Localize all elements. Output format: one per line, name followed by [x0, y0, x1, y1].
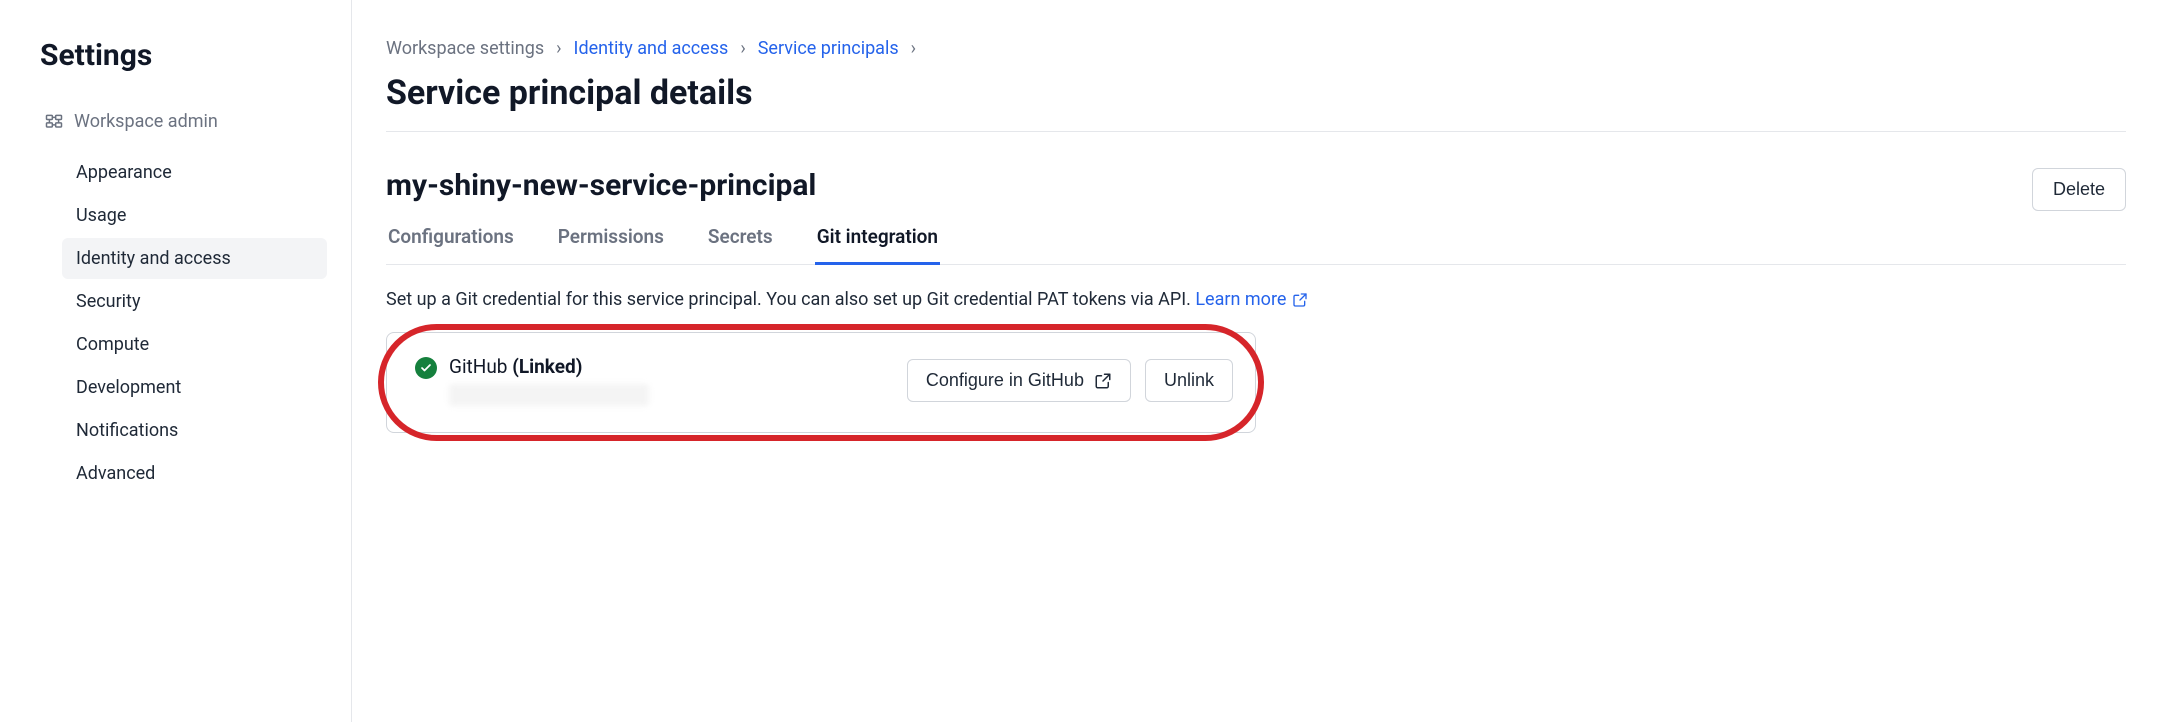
sidebar-section-label: Workspace admin [74, 111, 218, 132]
external-link-icon [1094, 372, 1112, 390]
sidebar-item-appearance[interactable]: Appearance [62, 152, 327, 193]
configure-in-github-button[interactable]: Configure in GitHub [907, 359, 1131, 402]
unlink-button[interactable]: Unlink [1145, 359, 1233, 402]
git-provider-detail-redacted [449, 384, 649, 406]
git-provider-line: GitHub (Linked) [449, 355, 649, 378]
delete-button[interactable]: Delete [2032, 168, 2126, 211]
workspace-admin-icon [44, 112, 64, 132]
breadcrumb: Workspace settings › Identity and access… [386, 38, 2126, 59]
sidebar-item-usage[interactable]: Usage [62, 195, 327, 236]
breadcrumb-workspace-settings: Workspace settings [386, 38, 544, 59]
sidebar-item-notifications[interactable]: Notifications [62, 410, 327, 451]
divider [386, 131, 2126, 132]
git-description: Set up a Git credential for this service… [386, 289, 2126, 310]
check-circle-icon [415, 357, 437, 379]
configure-label: Configure in GitHub [926, 370, 1084, 391]
sidebar-item-compute[interactable]: Compute [62, 324, 327, 365]
tab-secrets[interactable]: Secrets [706, 215, 775, 265]
chevron-right-icon: › [556, 38, 561, 59]
sidebar-item-development[interactable]: Development [62, 367, 327, 408]
sidebar-item-security[interactable]: Security [62, 281, 327, 322]
chevron-right-icon: › [911, 38, 916, 59]
learn-more-link[interactable]: Learn more [1195, 289, 1308, 310]
service-principal-name: my-shiny-new-service-principal [386, 168, 816, 203]
learn-more-label: Learn more [1195, 289, 1286, 310]
sidebar-item-identity-and-access[interactable]: Identity and access [62, 238, 327, 279]
main-content: Workspace settings › Identity and access… [352, 0, 2174, 722]
sidebar-section-workspace-admin[interactable]: Workspace admin [40, 105, 327, 138]
tab-git-integration[interactable]: Git integration [815, 215, 940, 265]
sidebar-title: Settings [40, 38, 327, 73]
sidebar-item-advanced[interactable]: Advanced [62, 453, 327, 494]
tab-bar: Configurations Permissions Secrets Git i… [386, 215, 2126, 265]
sidebar-item-list: Appearance Usage Identity and access Sec… [40, 152, 327, 494]
chevron-right-icon: › [740, 38, 745, 59]
breadcrumb-service-principals[interactable]: Service principals [758, 38, 899, 59]
external-link-icon [1292, 292, 1308, 308]
git-provider-name: GitHub [449, 355, 507, 378]
breadcrumb-identity-and-access[interactable]: Identity and access [574, 38, 729, 59]
tab-configurations[interactable]: Configurations [386, 215, 516, 265]
git-provider-status: (Linked) [512, 355, 582, 378]
page-title: Service principal details [386, 73, 2126, 113]
settings-sidebar: Settings Workspace admin Appearance Usag… [0, 0, 352, 722]
git-description-text: Set up a Git credential for this service… [386, 289, 1195, 310]
git-provider-card: GitHub (Linked) Configure in GitHub Unli… [386, 332, 1256, 433]
tab-permissions[interactable]: Permissions [556, 215, 666, 265]
